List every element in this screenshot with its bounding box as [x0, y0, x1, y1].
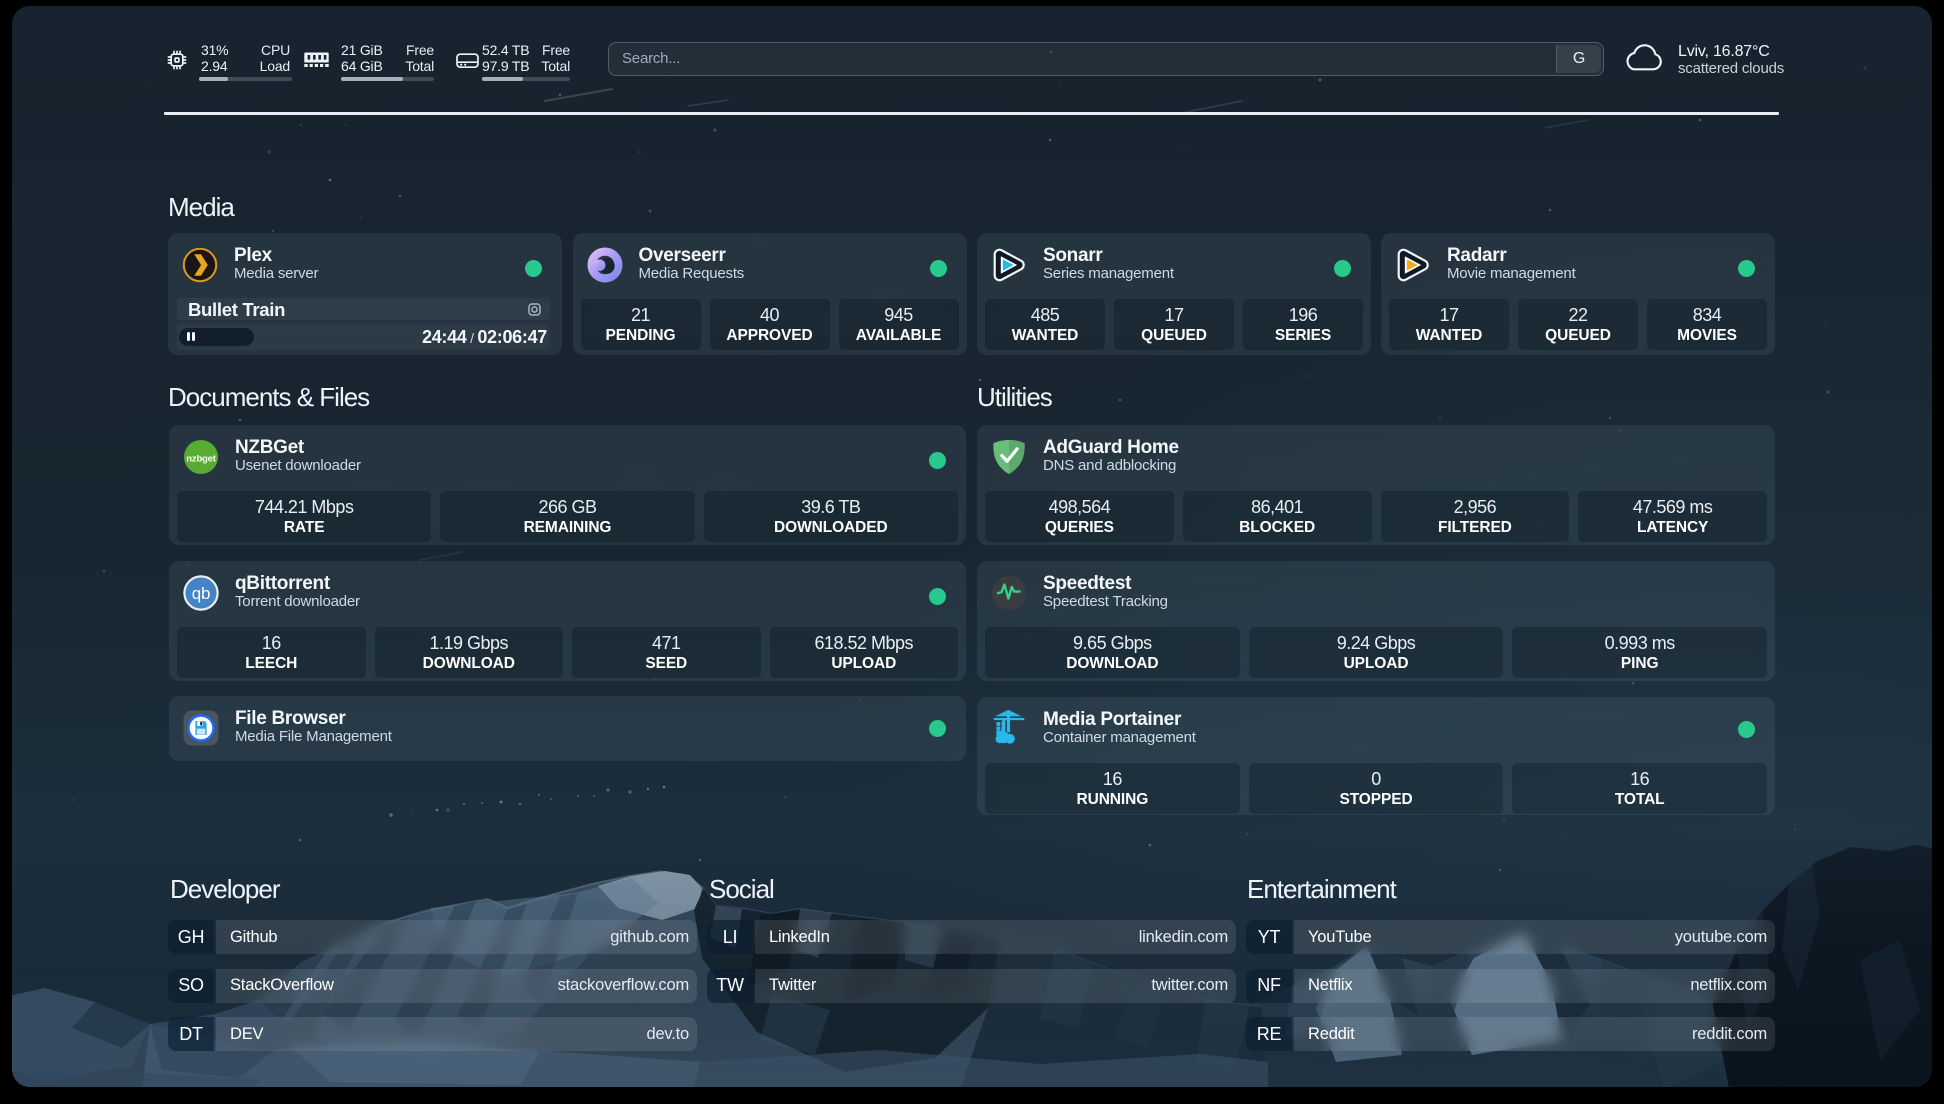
svg-text:nzbget: nzbget	[186, 454, 216, 465]
svg-text:qb: qb	[192, 584, 211, 603]
